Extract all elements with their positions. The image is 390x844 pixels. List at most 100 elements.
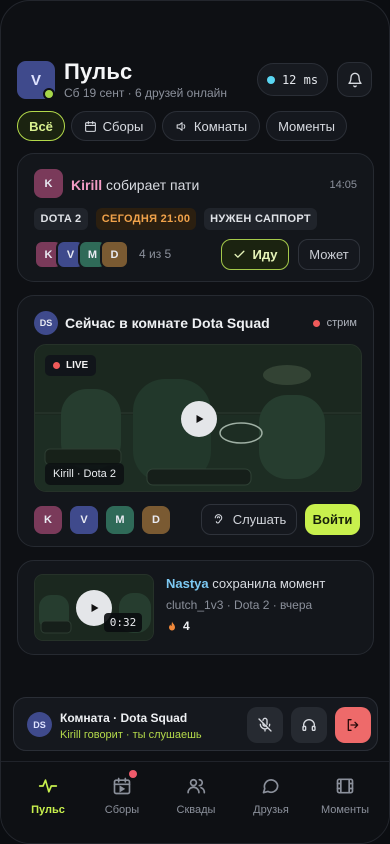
- nav-lobbies[interactable]: Сборы: [83, 770, 161, 816]
- member-letter: M: [87, 248, 98, 261]
- page-title: Пульс: [64, 59, 133, 84]
- chat-icon: [262, 779, 279, 794]
- online-status-dot: [43, 88, 55, 100]
- tab-all[interactable]: Всё: [17, 111, 65, 141]
- nav-lobbies-label: Сборы: [104, 804, 140, 816]
- moment-reactions[interactable]: 4: [166, 619, 190, 633]
- tag-need-support: НУЖЕН САППОРТ: [204, 208, 317, 230]
- ping-indicator[interactable]: 12 ms: [257, 63, 328, 96]
- tag-game: DOTA 2: [34, 208, 88, 230]
- mute-mic-button[interactable]: [247, 707, 283, 743]
- lobby-headline: Kirill собирает пати: [71, 177, 199, 193]
- room-avatar: DS: [34, 311, 58, 335]
- app-screen: V Пульс Сб 19 сент · 6 друзей онлайн 12 …: [0, 0, 390, 844]
- listen-label: Слушать: [232, 512, 287, 527]
- maybe-label: Может: [309, 247, 349, 262]
- moment-thumbnail[interactable]: 0:32: [34, 574, 154, 641]
- calendar-icon: [84, 120, 96, 132]
- nav-friends[interactable]: Друзья: [232, 774, 310, 816]
- user-avatar-letter: V: [30, 71, 41, 89]
- player-subtitle: Kirill говорит · ты слушаешь: [60, 729, 202, 741]
- stream-preview[interactable]: LIVE Kirill · Dota 2: [34, 344, 362, 492]
- calendar-play-icon: [113, 777, 131, 795]
- live-badge: LIVE: [45, 355, 97, 376]
- nav-pulse[interactable]: Пульс: [9, 774, 87, 816]
- stream-caption: Kirill · Dota 2: [45, 463, 124, 485]
- join-button[interactable]: Войти: [305, 504, 360, 535]
- nav-lobbies-icon-wrap: [83, 770, 161, 798]
- nav-squads[interactable]: Сквады: [157, 774, 235, 816]
- moment-headline: Nastya сохранила момент: [166, 576, 325, 591]
- tab-lobbies[interactable]: Сборы: [71, 111, 156, 141]
- moment-action-text: сохранила момент: [212, 576, 326, 591]
- live-label: LIVE: [66, 360, 89, 371]
- member-letter: K: [44, 514, 52, 526]
- player-room-avatar: DS: [27, 712, 52, 737]
- live-dot-icon: [312, 319, 320, 327]
- play-icon: [91, 604, 99, 612]
- leave-room-button[interactable]: [335, 707, 371, 743]
- room-mini-player[interactable]: DS Комната · Dota Squad Kirill говорит ·…: [13, 697, 378, 751]
- check-icon: [233, 250, 245, 258]
- moment-duration: 0:32: [104, 613, 142, 632]
- tab-moments[interactable]: Моменты: [266, 111, 347, 141]
- play-icon: [196, 415, 204, 423]
- room-member-avatar[interactable]: V: [70, 506, 98, 534]
- going-label: Иду: [252, 247, 278, 262]
- headphones-icon: [302, 719, 316, 731]
- leave-icon: [347, 719, 359, 731]
- member-letter: D: [152, 514, 160, 526]
- room-member-avatar[interactable]: K: [34, 506, 62, 534]
- member-letter: V: [66, 248, 75, 261]
- headphones-button[interactable]: [291, 707, 327, 743]
- mic-off-icon: [258, 717, 272, 732]
- listen-button[interactable]: Слушать: [201, 504, 297, 535]
- room-member-avatar[interactable]: M: [106, 506, 134, 534]
- nav-moments-label: Моменты: [320, 804, 370, 816]
- lobby-card[interactable]: K Kirill собирает пати 14:05 DOTA 2 СЕГО…: [17, 153, 374, 282]
- users-icon: [187, 778, 206, 794]
- lobby-time: 14:05: [329, 179, 357, 191]
- going-button[interactable]: Иду: [221, 239, 289, 270]
- nav-moments-icon-wrap: [306, 774, 384, 798]
- room-member-avatar[interactable]: D: [142, 506, 170, 534]
- notifications-button[interactable]: [337, 62, 372, 97]
- stream-status: стрим: [312, 317, 357, 329]
- tab-rooms[interactable]: Комнаты: [162, 111, 260, 141]
- member-letter: V: [80, 514, 88, 526]
- nav-friends-label: Друзья: [253, 804, 289, 816]
- notification-badge: [129, 770, 137, 778]
- room-title: Сейчас в комнате Dota Squad: [65, 315, 270, 331]
- maybe-button[interactable]: Может: [298, 239, 360, 270]
- nav-pulse-label: Пульс: [31, 804, 65, 816]
- nav-squads-icon-wrap: [157, 774, 235, 798]
- player-room-avatar-text: DS: [33, 719, 46, 730]
- bottom-nav: Пульс Сборы Сквады Друзья Моменты: [1, 761, 389, 843]
- tab-rooms-label: Комнаты: [193, 118, 248, 134]
- lobby-member-count: 4 из 5: [139, 247, 172, 261]
- lobby-author-name[interactable]: Kirill: [71, 177, 102, 193]
- live-room-card[interactable]: DS Сейчас в комнате Dota Squad стрим LIV…: [17, 295, 374, 547]
- nav-moments[interactable]: Моменты: [306, 774, 384, 816]
- tag-time: СЕГОДНЯ 21:00: [96, 208, 196, 230]
- live-dot-icon: [53, 362, 60, 369]
- stream-status-label: стрим: [326, 317, 357, 329]
- status-dot-icon: [266, 75, 275, 84]
- play-button[interactable]: [181, 401, 217, 437]
- film-icon: [336, 778, 354, 794]
- ping-value: 12 ms: [281, 72, 319, 87]
- moment-meta: clutch_1v3 · Dota 2 · вчера: [166, 598, 313, 612]
- kirill-avatar[interactable]: K: [34, 169, 63, 198]
- page-subtitle: Сб 19 сент · 6 друзей онлайн: [64, 86, 227, 100]
- tab-moments-label: Моменты: [278, 118, 335, 134]
- nav-squads-label: Сквады: [176, 804, 216, 816]
- moment-author-name[interactable]: Nastya: [166, 576, 209, 591]
- ear-icon: [214, 514, 222, 524]
- nav-friends-icon-wrap: [232, 774, 310, 798]
- nav-pulse-icon-wrap: [9, 774, 87, 798]
- header: V Пульс Сб 19 сент · 6 друзей онлайн 12 …: [17, 59, 373, 103]
- moment-card[interactable]: 0:32 Nastya сохранила момент clutch_1v3 …: [17, 560, 374, 655]
- room-avatar-text: DS: [39, 318, 53, 328]
- speaker-icon: [176, 121, 186, 131]
- bell-icon: [347, 72, 362, 87]
